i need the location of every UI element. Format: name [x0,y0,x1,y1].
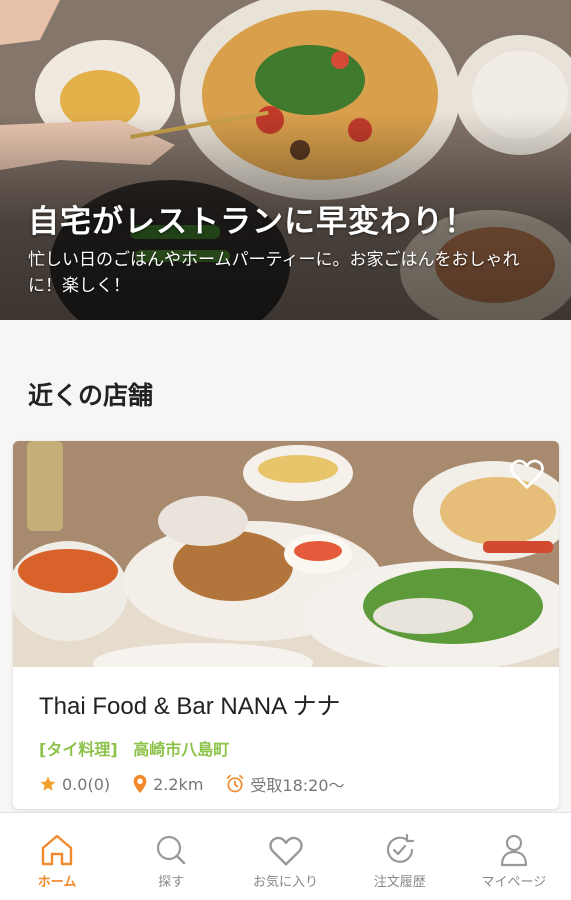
rating: 0.0(0) [39,775,110,794]
hero-banner[interactable]: 自宅がレストランに早変わり！ 忙しい日のごはんやホームパーティーに。お家ごはんを… [0,0,571,320]
history-icon [386,833,414,863]
shop-photo [13,441,559,667]
distance: 2.2km [132,774,203,794]
nav-home-label: ホーム [37,875,77,890]
bottom-navigation: ホーム 探す お気に入り 注文履歴 マイページ [0,812,571,900]
distance-value: 2.2km [153,774,204,794]
user-icon [500,834,528,867]
hero-subtitle: 忙しい日のごはんやホームパーティーに。お家ごはんをおしゃれに！楽しく！ [28,250,520,296]
favorite-button[interactable] [507,453,547,493]
alarm-clock-icon [227,774,244,793]
nav-mypage-label: マイページ [481,875,547,890]
pickup-time: 受取18:20〜 [225,772,345,796]
search-icon [157,835,186,865]
home-icon [41,834,73,866]
nav-favorites-label: お気に入り [253,875,319,890]
hero-title: 自宅がレストランに早変わり！ [28,204,476,240]
nav-favorites[interactable]: お気に入り [228,813,342,900]
star-icon [40,776,56,791]
nav-order-history-label: 注文履歴 [373,875,426,890]
nav-mypage[interactable]: マイページ [457,813,571,900]
shop-meta-row: 0.0(0) 2.2km 受取18:20〜 [39,773,367,795]
heart-outline-icon [510,459,544,489]
shop-category-row: [タイ料理] 高崎市八島町 [39,736,239,760]
shop-card[interactable]: Thai Food & Bar NANA ナナ [タイ料理] 高崎市八島町 0.… [13,441,559,809]
rating-value: 0.0(0) [62,774,111,794]
shop-area: 高崎市八島町 [133,740,230,759]
nav-home[interactable]: ホーム [0,813,114,900]
nearby-section-title: 近くの店舗 [28,381,154,410]
heart-icon [268,836,303,866]
location-pin-icon [133,774,147,794]
nav-search[interactable]: 探す [114,813,228,900]
nav-order-history[interactable]: 注文履歴 [343,813,457,900]
nav-search-label: 探す [158,875,185,890]
pickup-time-value: 受取18:20〜 [250,776,345,795]
shop-name[interactable]: Thai Food & Bar NANA ナナ [39,686,340,721]
shop-category: [タイ料理] [39,740,118,759]
